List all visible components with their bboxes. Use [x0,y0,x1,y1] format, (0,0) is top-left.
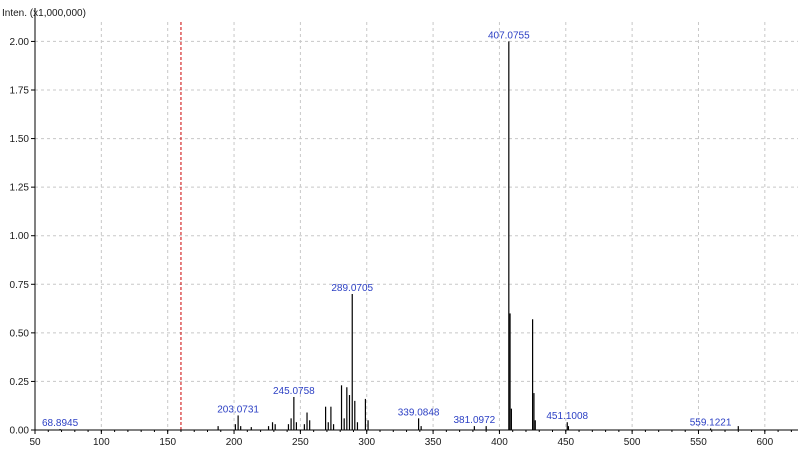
x-tick-label: 150 [159,437,176,448]
peak-label: 203.0731 [217,404,259,415]
peak-label: 68.8945 [42,418,79,429]
x-tick-label: 400 [491,437,508,448]
y-axis-title: Inten. (x1,000,000) [2,8,86,19]
x-tick-label: 550 [690,437,707,448]
y-tick-label: 1.50 [10,134,30,145]
peak-label: 451.1008 [546,411,588,422]
x-tick-label: 300 [358,437,375,448]
x-tick-label: 50 [29,437,41,448]
x-tick-label: 100 [93,437,110,448]
peak-label: 339.0848 [398,407,440,418]
y-tick-label: 0.75 [10,280,30,291]
y-tick-label: 1.75 [10,86,30,97]
x-tick-label: 350 [425,437,442,448]
peak-label: 407.0755 [488,30,530,41]
y-tick-label: 0.50 [10,328,30,339]
y-tick-label: 2.00 [10,37,30,48]
peak-label: 245.0758 [273,386,315,397]
x-tick-label: 500 [624,437,641,448]
peak-label: 559.1221 [690,417,732,428]
y-tick-label: 0.00 [10,426,30,437]
x-tick-label: 450 [557,437,574,448]
peak-label: 289.0705 [331,283,373,294]
peak-label: 381.0972 [453,415,495,426]
y-tick-label: 1.25 [10,183,30,194]
x-tick-label: 200 [226,437,243,448]
mass-spectrum-chart: 50 100 150 200 250 300 350 400 450 500 550 600 0.00… [0,0,800,454]
x-tick-label: 250 [292,437,309,448]
chart-background [0,0,800,454]
y-tick-label: 1.00 [10,231,30,242]
x-tick-label: 600 [756,437,773,448]
y-tick-label: 0.25 [10,377,30,388]
